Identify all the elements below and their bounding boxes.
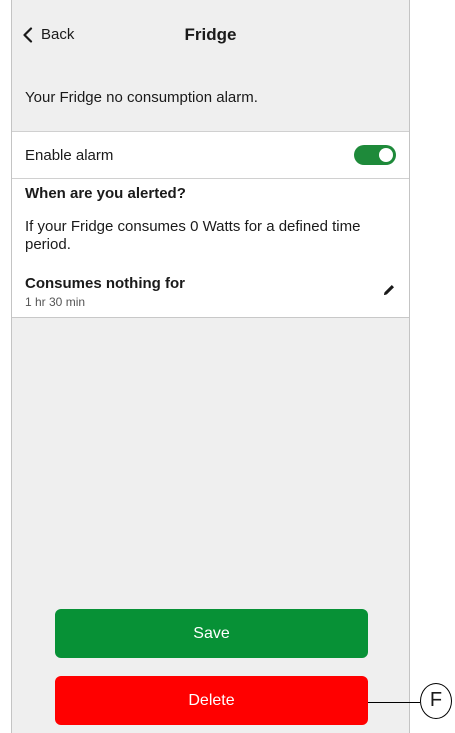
header: Back Fridge: [12, 0, 409, 76]
consumes-nothing-title: Consumes nothing for: [25, 275, 185, 292]
save-button[interactable]: Save: [55, 609, 368, 658]
alert-heading: When are you alerted?: [25, 185, 186, 202]
intro-text: Your Fridge no consumption alarm.: [25, 89, 258, 106]
enable-alarm-row: Enable alarm: [12, 131, 409, 179]
pencil-icon[interactable]: [382, 283, 396, 302]
delete-button[interactable]: Delete: [55, 676, 368, 725]
toggle-knob: [379, 148, 393, 162]
consumes-nothing-row[interactable]: Consumes nothing for 1 hr 30 min: [12, 271, 409, 315]
page-title: Fridge: [184, 25, 237, 44]
enable-alarm-toggle[interactable]: [354, 145, 396, 165]
callout-marker: F: [420, 683, 452, 719]
consumes-nothing-value: 1 hr 30 min: [25, 295, 86, 309]
callout-line: [368, 702, 420, 703]
alert-description: If your Fridge consumes 0 Watts for a de…: [25, 218, 361, 253]
enable-alarm-label: Enable alarm: [25, 147, 114, 164]
app-screen: Back Fridge Your Fridge no consumption a…: [11, 0, 410, 733]
alert-info-card: When are you alerted? If your Fridge con…: [12, 179, 409, 318]
